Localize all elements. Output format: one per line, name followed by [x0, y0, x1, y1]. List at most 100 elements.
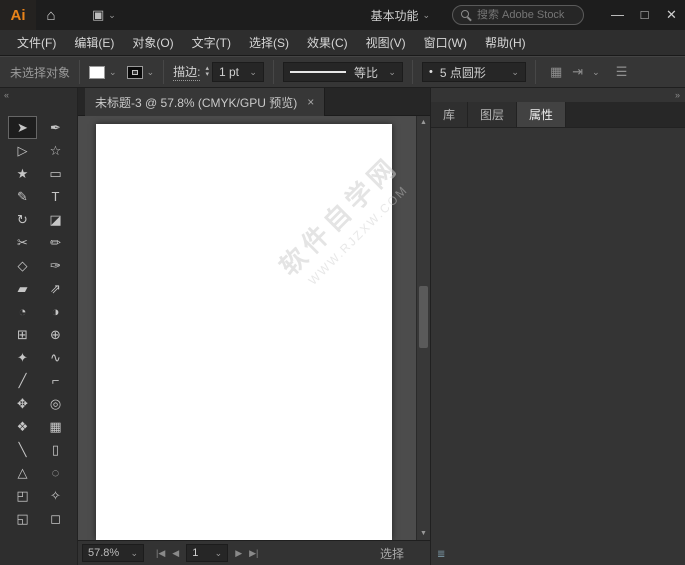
perspective-grid-tool[interactable]: △	[9, 462, 36, 483]
panel-menu-icon[interactable]: ☰	[616, 64, 628, 80]
hand-tool[interactable]: ✥	[9, 393, 36, 414]
symbol-sprayer-tool[interactable]: ❖	[9, 416, 36, 437]
blend-tool[interactable]: ◌	[42, 462, 69, 483]
fill-color-swatch[interactable]	[89, 65, 106, 79]
rotate-tool[interactable]: ↻	[9, 209, 36, 230]
menu-edit[interactable]: 编辑(E)	[65, 30, 123, 56]
workspace-label: 基本功能	[370, 8, 419, 23]
close-button[interactable]: ✕	[658, 0, 685, 30]
zoom-dropdown[interactable]: 57.8% ⌄	[82, 544, 144, 562]
eraser-tool[interactable]: ◪	[42, 209, 69, 230]
home-button[interactable]: ⌂	[36, 7, 66, 24]
menubar: 文件(F) 编辑(E) 对象(O) 文字(T) 选择(S) 效果(C) 视图(V…	[0, 30, 685, 56]
brush-dropdown[interactable]: • 5 点圆形 ⌄	[421, 62, 526, 82]
curvature-tool[interactable]: ✒	[42, 117, 69, 138]
zoom-tool[interactable]: ◎	[42, 393, 69, 414]
fill-stroke-tool[interactable]: ◱	[9, 508, 36, 529]
prev-artboard-button[interactable]: ◀	[172, 548, 179, 559]
divider	[534, 60, 536, 84]
menu-help[interactable]: 帮助(H)	[476, 30, 535, 56]
chevron-down-icon[interactable]: ⌄	[109, 67, 117, 78]
document-tab[interactable]: 未标题-3 @ 57.8% (CMYK/GPU 预览) ×	[85, 88, 326, 116]
stroke-color-swatch[interactable]	[126, 65, 143, 79]
menu-select[interactable]: 选择(S)	[240, 30, 298, 56]
lasso-tool[interactable]: ∿	[42, 347, 69, 368]
selection-tool[interactable]: ➤	[8, 116, 37, 139]
zoom-value: 57.8%	[88, 547, 120, 559]
collapse-tools-icon[interactable]: «	[0, 88, 77, 102]
pencil-tool[interactable]: ✏	[42, 232, 69, 253]
chevron-down-icon: ⌄	[214, 547, 223, 558]
workspace-menu[interactable]: 基本功能 ⌄	[370, 7, 430, 24]
artboard-number-dropdown[interactable]: 1 ⌄	[186, 544, 229, 562]
chevron-down-icon[interactable]: ⌄	[147, 67, 155, 78]
tab-libraries[interactable]: 库	[431, 102, 469, 127]
titlebar: Ai ⌂ ▣ ⌄ 基本功能 ⌄ — □ ✕	[0, 0, 685, 30]
stock-search[interactable]	[452, 5, 584, 25]
tab-properties[interactable]: 属性	[517, 102, 567, 127]
slice-tool[interactable]: ╲	[9, 439, 36, 460]
chevron-down-icon: ⌄	[422, 9, 430, 20]
type-tool[interactable]: T	[42, 186, 69, 207]
close-tab-icon[interactable]: ×	[307, 95, 314, 109]
star-tool[interactable]: ★	[9, 163, 36, 184]
document-tab-title: 未标题-3 @ 57.8% (CMYK/GPU 预览)	[95, 95, 298, 110]
menu-view[interactable]: 视图(V)	[357, 30, 415, 56]
width-profile-dropdown[interactable]: 等比 ⌄	[282, 62, 403, 82]
menu-object[interactable]: 对象(O)	[123, 30, 182, 56]
menu-window[interactable]: 窗口(W)	[415, 30, 476, 56]
artboard-number: 1	[192, 547, 199, 559]
magic-wand-tool[interactable]: ☆	[42, 140, 69, 161]
gradient-tool[interactable]: ◑	[42, 301, 69, 322]
next-artboard-button[interactable]: ▶	[235, 548, 242, 559]
menu-type[interactable]: 文字(T)	[183, 30, 240, 56]
mesh-tool[interactable]: ⊕	[42, 324, 69, 345]
menu-file[interactable]: 文件(F)	[8, 30, 65, 56]
pen-tool[interactable]: ✑	[42, 255, 69, 276]
scrollbar-thumb[interactable]	[419, 286, 428, 348]
shaper-tool[interactable]: ✦	[9, 347, 36, 368]
chevron-down-icon: ⌄	[511, 66, 519, 77]
panel-footer-icon[interactable]: ≣	[437, 549, 445, 560]
width-profile-label: 等比	[353, 65, 378, 80]
eyedropper-tool[interactable]: ✧	[42, 485, 69, 506]
stroke-width-stepper[interactable]: ▴ ▾	[205, 65, 209, 78]
vertical-scrollbar[interactable]: ▲ ▼	[416, 116, 430, 540]
maximize-button[interactable]: □	[631, 0, 658, 30]
scroll-down-icon[interactable]: ▼	[417, 527, 430, 540]
chevron-down-icon[interactable]: ⌄	[592, 67, 600, 78]
last-artboard-button[interactable]: ▶|	[249, 548, 258, 559]
first-artboard-button[interactable]: |◀	[156, 548, 165, 559]
free-transform-tool[interactable]: ◰	[9, 485, 36, 506]
search-icon	[461, 9, 472, 21]
collapse-panels-icon[interactable]: »	[431, 88, 685, 102]
document-setup-icon[interactable]: ▦	[550, 64, 562, 80]
workspace-switcher[interactable]: ▣ ⌄	[92, 7, 116, 23]
column-graph-tool[interactable]: ▦	[42, 416, 69, 437]
align-options-icon[interactable]: ⇥	[572, 64, 583, 80]
width-tool[interactable]: ◇	[9, 255, 36, 276]
stroke-panel-link[interactable]: 描边:	[173, 63, 201, 81]
spiral-tool[interactable]: ◔	[9, 301, 36, 322]
ruler-tool[interactable]: ⌐	[42, 370, 69, 391]
rectangle-tool[interactable]: ▭	[42, 163, 69, 184]
knife-tool[interactable]: ╱	[9, 370, 36, 391]
controlbar: 未选择对象 ⌄ ⌄ 描边: ▴ ▾ 1 pt ⌄ 等比 ⌄ • 5 点圆形 ⌄ …	[0, 56, 685, 88]
grid-tool[interactable]: ⊞	[9, 324, 36, 345]
drawing-mode-tool[interactable]: ◻	[42, 508, 69, 529]
scroll-up-icon[interactable]: ▲	[417, 116, 430, 129]
scale-tool[interactable]: ⇗	[42, 278, 69, 299]
minimize-button[interactable]: —	[604, 0, 631, 30]
artboard[interactable]	[96, 124, 392, 540]
shape-builder-tool[interactable]: ▰	[9, 278, 36, 299]
menu-effect[interactable]: 效果(C)	[298, 30, 357, 56]
toolbar-tools: ➤ ✒ ▷ ☆ ★ ▭ ✎ T ↻ ◪ ✂ ✏ ◇ ✑ ▰ ⇗ ◔ ◑ ⊞ ⊕ ✦ ∿ ╱ ⌐ ✥ ◎ ❖ ▦ ╲ ▯ △ ◌ ◰ ✧ ◱ ◻	[0, 116, 77, 530]
tab-layers[interactable]: 图层	[468, 102, 518, 127]
paintbrush-tool[interactable]: ✎	[9, 186, 36, 207]
search-input[interactable]	[477, 9, 575, 21]
stepper-down-icon[interactable]: ▾	[205, 71, 209, 78]
artboard-tool[interactable]: ▯	[42, 439, 69, 460]
direct-selection-tool[interactable]: ▷	[9, 140, 36, 161]
scissors-tool[interactable]: ✂	[9, 232, 36, 253]
stroke-width-dropdown[interactable]: 1 pt ⌄	[211, 62, 264, 82]
